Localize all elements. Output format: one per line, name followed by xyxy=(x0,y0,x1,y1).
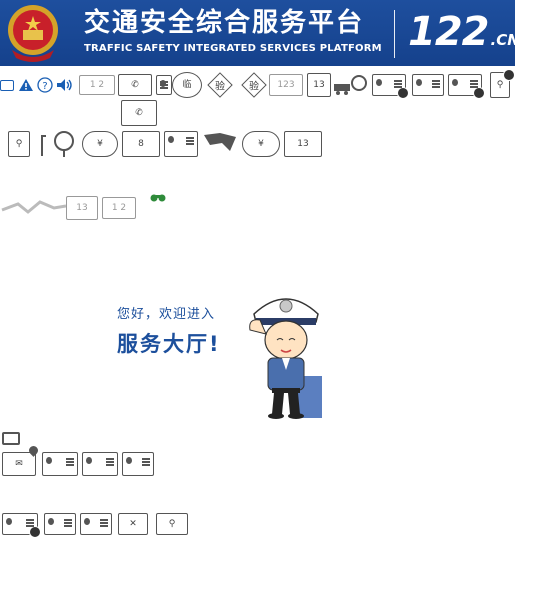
site-header: 交通安全综合服务平台 TRAFFIC SAFETY INTEGRATED SER… xyxy=(0,0,520,66)
license-card-icon[interactable] xyxy=(156,75,172,95)
platform-subtitle: TRAFFIC SAFETY INTEGRATED SERVICES PLATF… xyxy=(84,43,382,54)
help-icon[interactable]: ? xyxy=(37,77,53,93)
dual-card-icon[interactable] xyxy=(412,74,444,96)
calendar-13-card-icon[interactable]: 13 xyxy=(284,131,322,157)
inspection-diamond-icon[interactable]: 验 xyxy=(207,72,233,98)
mail-location-icon[interactable]: ✉ xyxy=(2,444,40,476)
phone-card-icon[interactable]: ✆ xyxy=(118,74,152,96)
card-extend-icon[interactable] xyxy=(80,513,112,535)
toolbar-row-5: ✉ xyxy=(2,444,154,476)
national-emblem-icon xyxy=(8,5,58,62)
binoculars-icon[interactable] xyxy=(150,192,166,202)
car-card-clock-icon[interactable] xyxy=(2,513,41,538)
fee-down-icon[interactable]: ¥ xyxy=(82,131,118,157)
card-delete-icon[interactable] xyxy=(122,452,154,476)
welcome-hall-title: 服务大厅! xyxy=(117,332,221,356)
card-time-icon[interactable] xyxy=(448,74,485,99)
card-edit-icon[interactable] xyxy=(42,452,78,476)
person-exit-icon[interactable]: ⚲ xyxy=(490,69,515,98)
screen-icon[interactable] xyxy=(0,79,14,91)
card-clock-icon[interactable] xyxy=(372,74,409,99)
calendar-13-icon[interactable]: 13 xyxy=(307,73,331,97)
card-list-icon[interactable] xyxy=(44,513,76,535)
plate-number-icon[interactable]: 123 xyxy=(269,74,303,96)
calendar-cancel-icon[interactable]: ✕ xyxy=(118,513,148,535)
speaker-icon[interactable] xyxy=(56,78,74,92)
toolbar-row-1: ? 1 2 ✆ 临 验 验 123 13 ⚲ xyxy=(0,69,515,99)
toolbar-row-3: 13 1 2 xyxy=(0,196,142,220)
person-door-icon[interactable]: ⚲ xyxy=(8,131,30,157)
phone-card-icon-2[interactable]: ✆ xyxy=(121,100,157,126)
welcome-greeting: 您好，欢迎进入 xyxy=(117,307,216,322)
camera-icon[interactable] xyxy=(2,432,20,445)
fee-mouse-icon[interactable]: ¥ xyxy=(242,131,280,157)
calendar-8-icon[interactable]: 8 xyxy=(122,131,160,157)
id-card-icon[interactable] xyxy=(164,131,198,157)
faded-sequence-icon[interactable]: 1 2 xyxy=(102,197,136,219)
toolbar-row-2: ⚲ ¥ 8 ¥ 13 xyxy=(8,130,322,158)
temporary-badge-icon[interactable]: 临 xyxy=(172,72,202,98)
vehicle-search-icon[interactable] xyxy=(333,74,369,96)
platform-title: 交通安全综合服务平台 xyxy=(84,8,365,38)
toolbar-row-1b: ✆ xyxy=(121,100,157,126)
sequence-number-icon[interactable]: 1 2 xyxy=(79,75,115,95)
svg-text:?: ? xyxy=(42,81,47,92)
inspection-hand-icon[interactable]: 验 xyxy=(241,72,267,98)
header-divider xyxy=(394,10,395,58)
brand-logo[interactable]: 122 .CN xyxy=(408,8,520,64)
warning-icon[interactable] xyxy=(18,78,34,92)
faded-calendar-13-icon[interactable]: 13 xyxy=(66,196,98,220)
toolbar-row-6: ✕ ⚲ xyxy=(2,513,188,538)
police-officer-illustration xyxy=(249,298,322,419)
faded-flag-icon[interactable] xyxy=(0,196,66,220)
magnifier-icon[interactable] xyxy=(40,130,80,158)
person-search-icon[interactable]: ⚲ xyxy=(156,513,188,535)
welcome-banner: 您好，欢迎进入 服务大厅! xyxy=(117,303,221,358)
toolbar-row-4 xyxy=(2,432,20,445)
flag-icon[interactable] xyxy=(202,131,238,157)
lock-edit-icon[interactable] xyxy=(82,452,118,476)
